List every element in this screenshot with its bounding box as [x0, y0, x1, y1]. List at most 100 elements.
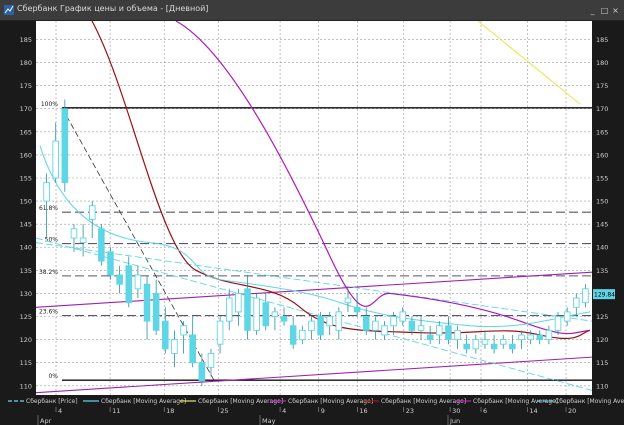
candle-body [582, 288, 589, 304]
candle-body [216, 320, 224, 345]
fib-level-label: 100% [41, 101, 58, 108]
y-tick-label-left: 180 [20, 59, 32, 67]
candle-body [436, 325, 443, 336]
x-tick-label: 11 [112, 407, 120, 415]
chart-window: Сбербанк График цены и объема - [Дневной… [0, 0, 624, 425]
candle-body [499, 339, 507, 345]
fib-level-label: 38.2% [39, 269, 58, 276]
x-tick-label: 9 [321, 407, 325, 415]
candle-body [326, 316, 333, 327]
y-tick-label-right: 150 [596, 198, 608, 206]
y-tick-label-left: 160 [20, 151, 32, 159]
x-tick-label: 18 [166, 407, 174, 415]
candle-body [98, 228, 105, 262]
candle-body [472, 339, 480, 350]
y-tick-label-left: 130 [20, 290, 32, 298]
candle-body [280, 316, 288, 322]
candle-body [573, 297, 580, 308]
y-tick-label-right: 155 [596, 174, 608, 182]
candle-body [509, 343, 516, 350]
candle-body [253, 297, 260, 331]
close-button[interactable]: × [611, 6, 620, 15]
candle-body [518, 334, 525, 341]
y-tick-label-left: 120 [20, 336, 32, 344]
plot-area [36, 21, 592, 395]
y-tick-label-right: 170 [596, 105, 608, 113]
chart-app-icon [4, 5, 14, 15]
candle-body [171, 339, 178, 354]
candle-body [134, 274, 142, 290]
fib-level-label: 23.6% [39, 309, 58, 316]
y-tick-label-right: 180 [596, 59, 608, 67]
candle-body [344, 297, 352, 304]
y-tick-label-right: 110 [596, 382, 608, 390]
x-tick-label: 20 [568, 407, 576, 415]
y-tick-label-left: 145 [20, 221, 32, 229]
candle-body [289, 325, 297, 345]
candle-body [353, 306, 361, 313]
y-tick-label-left: 155 [20, 174, 32, 182]
x-tick-label: 30 [452, 407, 460, 415]
y-tick-label-right: 175 [596, 82, 608, 90]
legend-label: Сбербанк [Moving Average] [288, 398, 373, 405]
y-tick-label-left: 125 [20, 313, 32, 321]
legend-label: Сбербанк [Moving Average] [381, 398, 466, 405]
title-bar[interactable]: Сбербанк График цены и объема - [Дневной… [0, 0, 624, 21]
candle-body [152, 292, 160, 331]
candle-body [490, 343, 498, 350]
candle-body [426, 334, 434, 341]
fib-level-label: 61.8% [39, 205, 58, 212]
candle-body [399, 311, 407, 322]
legend-label: Сбербанк [Price] [26, 398, 78, 405]
candle-body [225, 297, 233, 322]
x-tick-label: 4 [282, 407, 286, 415]
candle-body [536, 334, 544, 341]
candle-body [317, 316, 324, 336]
y-tick-label-left: 170 [20, 105, 32, 113]
x-tick-label: 6 [483, 407, 487, 415]
maximize-button[interactable]: □ [600, 6, 609, 15]
candle-body [116, 274, 123, 285]
candle-body [390, 316, 397, 327]
candle-body [299, 329, 306, 341]
candle-body [52, 140, 59, 179]
month-label: Jun [449, 417, 460, 425]
candle-body [527, 334, 534, 341]
y-tick-label-right: 140 [596, 244, 608, 252]
candle-body [362, 316, 370, 331]
y-tick-label-right: 165 [596, 128, 608, 136]
y-tick-label-right: 120 [596, 336, 608, 344]
y-tick-label-left: 165 [20, 128, 32, 136]
y-tick-label-right: 135 [596, 267, 608, 275]
y-tick-label-left: 135 [20, 267, 32, 275]
candle-body [70, 228, 78, 239]
candle-body [262, 302, 270, 327]
candle-body [143, 283, 151, 322]
candle-body [235, 292, 242, 313]
candle-body [554, 316, 562, 331]
x-tick-label: 4 [58, 407, 62, 415]
y-tick-label-right: 115 [596, 359, 608, 367]
y-tick-label-left: 110 [20, 382, 32, 390]
candle-body [125, 265, 133, 304]
candle-body [335, 311, 343, 331]
candle-body [481, 339, 489, 345]
x-tick-label: 16 [359, 407, 367, 415]
candle-body [271, 311, 279, 317]
minimize-button[interactable]: _ [588, 6, 597, 15]
candle-body [408, 320, 416, 331]
legend-label: Сбербанк [Moving Average] [101, 398, 186, 405]
x-tick-label: 14 [529, 407, 537, 415]
candle-body [207, 352, 215, 368]
y-tick-label-right: 145 [596, 221, 608, 229]
price-chart[interactable]: 100%61.8%50%38.2%23.6%0% 110 110115 115120… [0, 21, 624, 425]
window-title: Сбербанк График цены и объема - [Дневной… [17, 4, 209, 13]
candle-body [244, 288, 251, 331]
candle-body [417, 325, 425, 331]
y-tick-label-right: 185 [596, 36, 608, 44]
candle-body [381, 325, 388, 336]
candle-body [454, 329, 461, 341]
candle-body [563, 311, 571, 322]
y-tick-label-left: 115 [20, 359, 32, 367]
candle-body [107, 251, 114, 276]
